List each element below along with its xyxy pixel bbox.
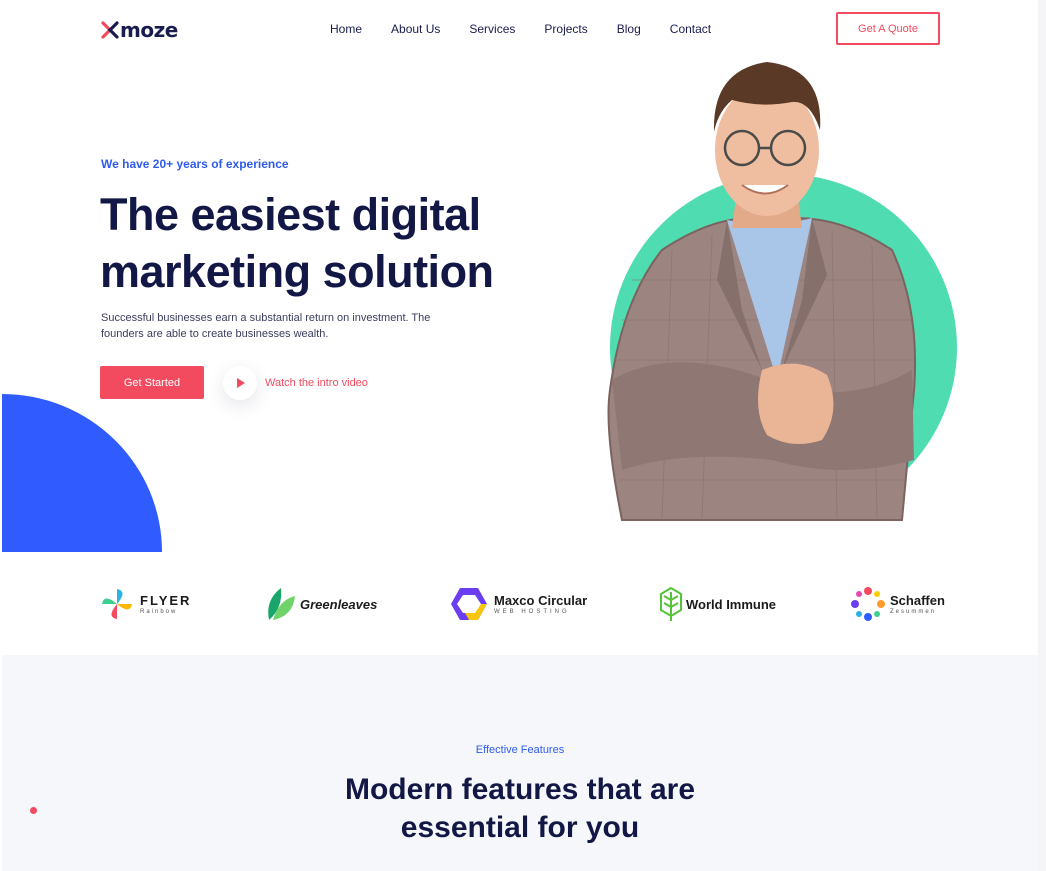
nav-projects[interactable]: Projects [544,22,587,36]
partner-flyer[interactable]: FLYER Rainbow [100,582,191,626]
partner-subtitle: Rainbow [140,608,178,615]
nav-contact[interactable]: Contact [670,22,711,36]
play-icon [237,378,245,388]
hero-title: The easiest digital marketing solution [100,186,580,300]
main-nav: Home About Us Services Projects Blog Con… [330,22,711,36]
people-circle-icon [851,587,885,621]
hero-description-line-1: Successful businesses earn a substantial… [101,312,431,324]
decorative-blue-shape [2,394,162,552]
partner-subtitle: Zesummen [890,608,937,615]
hero-eyebrow: We have 20+ years of experience [101,157,289,171]
nav-blog[interactable]: Blog [617,22,641,36]
hero-description-line-2: founders are able to create businesses w… [101,328,329,340]
hexagon-icon [451,588,487,620]
partner-name: Greenleaves [300,596,378,612]
partner-greenleaves[interactable]: Greenleaves [265,582,377,626]
hero-person-image [607,62,917,521]
leaf-icon [268,588,295,620]
tree-icon [660,586,682,621]
page: moze Home About Us Services Projects Blo… [2,2,1038,871]
partner-name: Schaffen [890,592,945,608]
partner-name: World Immune [686,596,777,612]
nav-about-us[interactable]: About Us [391,22,440,36]
features-title-line-2: essential for you [400,811,640,844]
features-title-line-1: Modern features that are [344,773,696,806]
decorative-red-dot [30,807,37,814]
hero-description: Successful businesses earn a substantial… [101,310,441,342]
play-video-button[interactable] [223,366,257,400]
nav-services[interactable]: Services [469,22,515,36]
watch-intro-video-link[interactable]: Watch the intro video [265,377,368,389]
get-started-button[interactable]: Get Started [100,366,204,399]
partner-schaffen[interactable]: Schaffen Zesummen [850,582,945,626]
partner-name: Maxco Circular [494,592,588,608]
x-logo-icon [101,21,119,39]
get-a-quote-button[interactable]: Get A Quote [836,12,940,45]
window-edge [1038,0,1046,871]
partner-name: FLYER [140,592,192,608]
site-logo[interactable]: moze [101,18,178,42]
features-title: Modern features that are essential for y… [2,771,1038,847]
logo-text: moze [120,18,178,42]
partner-logos: FLYER Rainbow Greenleaves Maxco Circular… [100,582,945,632]
hero-title-line-2: marketing solution [100,246,494,297]
features-eyebrow: Effective Features [475,744,565,756]
pinwheel-icon [102,589,132,619]
partner-subtitle: WEB HOSTING [494,608,570,615]
partner-maxco-circular[interactable]: Maxco Circular WEB HOSTING [450,582,587,626]
partner-world-immune[interactable]: World Immune [659,582,776,626]
hero-title-line-1: The easiest digital [100,189,481,240]
nav-home[interactable]: Home [330,22,362,36]
features-section: Effective Features Modern features that … [2,655,1038,871]
